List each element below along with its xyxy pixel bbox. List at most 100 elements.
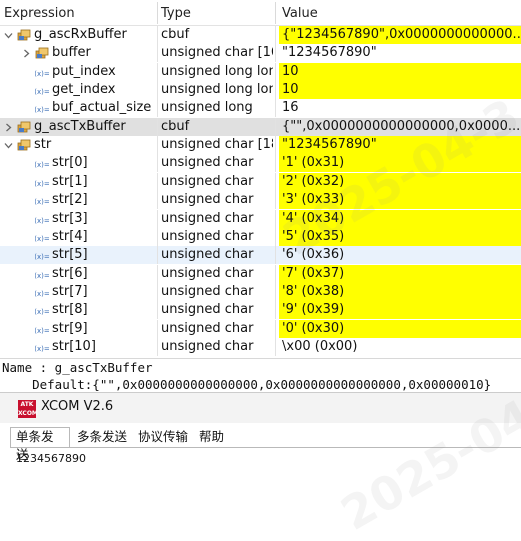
column-type[interactable]: Type	[161, 0, 191, 25]
tree-row[interactable]: g_ascRxBuffer cbuf {"1234567890",0x0000000…	[0, 26, 521, 44]
value-cell[interactable]: '7' (0x37)	[279, 264, 521, 283]
cell-divider	[157, 136, 158, 155]
chevron-down-icon[interactable]	[4, 141, 13, 150]
expression-cell: g_ascRxBuffer	[0, 26, 157, 44]
cell-divider	[157, 26, 158, 44]
struct-icon	[17, 121, 31, 133]
value-cell[interactable]: '2' (0x32)	[279, 172, 521, 191]
chevron-right-icon[interactable]	[4, 123, 13, 132]
expression-name: buf_actual_size	[52, 100, 152, 116]
value-cell[interactable]: '1' (0x31)	[279, 154, 521, 173]
expression-cell: (x)= str[9]	[0, 320, 157, 338]
value-cell[interactable]: 16	[279, 99, 521, 117]
cell-divider	[275, 44, 276, 63]
value-cell[interactable]: {"",0x0000000000000000,0x0000...	[279, 118, 521, 136]
value-cell[interactable]: '9' (0x39)	[279, 301, 521, 320]
type-cell: unsigned char	[161, 338, 254, 354]
type-cell: unsigned char	[161, 247, 254, 263]
column-value[interactable]: Value	[282, 0, 318, 25]
value-cell[interactable]: "1234567890"	[279, 44, 521, 62]
value-cell[interactable]: 10	[279, 62, 521, 81]
expression-cell: (x)= str[0]	[0, 154, 157, 172]
column-separator[interactable]	[275, 2, 276, 24]
tab-protocol[interactable]: 协议传输	[133, 427, 193, 447]
tree-row[interactable]: (x)= str[2] unsigned char '3' (0x33)	[0, 191, 521, 210]
tree-row[interactable]: (x)= str[7] unsigned char '8' (0x38)	[0, 282, 521, 301]
tree-row[interactable]: (x)= put_index unsigned long long 10	[0, 62, 521, 81]
tree-row[interactable]: (x)= str[6] unsigned char '7' (0x37)	[0, 264, 521, 283]
value-cell[interactable]: '0' (0x30)	[279, 319, 521, 338]
variable-icon: (x)=	[35, 272, 49, 280]
cell-divider	[157, 44, 158, 63]
variable-icon: (x)=	[35, 198, 49, 206]
details-pane: Name : g_ascTxBuffer Default:{"",0x00000…	[0, 358, 521, 393]
variable-icon: (x)=	[35, 327, 49, 335]
chevron-down-icon[interactable]	[4, 31, 13, 40]
value-cell[interactable]: '6' (0x36)	[279, 246, 521, 264]
tree-row[interactable]: g_ascTxBuffer cbuf {"",0x0000000000000000,…	[0, 117, 521, 136]
column-separator[interactable]	[157, 2, 158, 24]
tab-divider	[10, 447, 521, 448]
value-cell[interactable]: '3' (0x33)	[279, 191, 521, 210]
tab-multi-send[interactable]: 多条发送	[72, 427, 132, 447]
expression-name: str[3]	[52, 210, 88, 226]
expression-name: get_index	[52, 82, 116, 98]
cell-divider	[275, 282, 276, 301]
tree-row[interactable]: (x)= str[9] unsigned char '0' (0x30)	[0, 319, 521, 338]
column-header: Expression Type Value	[0, 0, 521, 26]
svg-text:(x)=: (x)=	[35, 253, 49, 261]
cell-divider	[157, 337, 158, 356]
type-cell: unsigned char	[161, 155, 254, 171]
type-cell: unsigned char	[161, 173, 254, 189]
expression-name: str[10]	[52, 338, 96, 354]
value-cell[interactable]: "1234567890"	[279, 136, 521, 155]
xcom-titlebar[interactable]: ATK XCOM XCOM V2.6	[0, 393, 521, 423]
cell-divider	[275, 209, 276, 228]
expression-cell: g_ascTxBuffer	[0, 118, 157, 136]
type-cell: unsigned long long	[161, 63, 273, 79]
tree-row[interactable]: (x)= get_index unsigned long long 10	[0, 81, 521, 100]
value-cell[interactable]: {"1234567890",0x0000000000000...	[279, 26, 521, 44]
value-cell[interactable]: '5' (0x35)	[279, 227, 521, 246]
value-cell[interactable]: \x00 (0x00)	[279, 338, 521, 356]
expression-cell: (x)= str[8]	[0, 301, 157, 319]
expression-cell: (x)= get_index	[0, 81, 157, 99]
tree-row[interactable]: (x)= str[3] unsigned char '4' (0x34)	[0, 209, 521, 228]
variable-icon: (x)=	[35, 290, 49, 298]
tree-row[interactable]: (x)= str[1] unsigned char '2' (0x32)	[0, 172, 521, 191]
xcom-logo-icon: ATK XCOM	[18, 400, 38, 418]
tab-single-send[interactable]: 单条发送	[10, 427, 70, 462]
cell-divider	[275, 301, 276, 320]
value-cell[interactable]: '4' (0x34)	[279, 209, 521, 228]
value-cell[interactable]: '8' (0x38)	[279, 282, 521, 301]
value-cell[interactable]: 10	[279, 81, 521, 100]
svg-text:(x)=: (x)=	[35, 327, 49, 335]
chevron-right-icon[interactable]	[22, 49, 31, 58]
column-expression[interactable]: Expression	[4, 0, 75, 25]
tab-help[interactable]: 帮助	[194, 427, 234, 447]
expression-cell: (x)= str[1]	[0, 173, 157, 191]
send-textarea[interactable]: 1234567890	[16, 452, 521, 496]
tree-row[interactable]: (x)= str[4] unsigned char '5' (0x35)	[0, 227, 521, 246]
tree-row[interactable]: (x)= buf_actual_size unsigned long 16	[0, 99, 521, 118]
expression-cell: (x)= str[5]	[0, 246, 157, 264]
svg-text:(x)=: (x)=	[35, 161, 49, 169]
type-cell: cbuf	[161, 27, 190, 42]
expression-name: g_ascRxBuffer	[34, 27, 127, 42]
svg-text:(x)=: (x)=	[35, 217, 49, 225]
tree-row[interactable]: (x)= str[8] unsigned char '9' (0x39)	[0, 301, 521, 320]
cell-divider	[275, 246, 276, 265]
tree-row[interactable]: str unsigned char [18] "1234567890"	[0, 136, 521, 155]
variable-icon: (x)=	[35, 308, 49, 316]
tree-row[interactable]: buffer unsigned char [16] "1234567890"	[0, 44, 521, 63]
tree-row[interactable]: (x)= str[0] unsigned char '1' (0x31)	[0, 154, 521, 173]
type-cell: unsigned char	[161, 283, 254, 299]
cell-divider	[157, 62, 158, 81]
cell-divider	[157, 117, 158, 136]
expression-name: str[4]	[52, 228, 88, 244]
tree-row[interactable]: (x)= str[10] unsigned char \x00 (0x00)	[0, 337, 521, 356]
cell-divider	[275, 264, 276, 283]
tree-row[interactable]: (x)= str[5] unsigned char '6' (0x36)	[0, 246, 521, 265]
cell-divider	[275, 172, 276, 191]
variable-icon: (x)=	[35, 106, 49, 114]
